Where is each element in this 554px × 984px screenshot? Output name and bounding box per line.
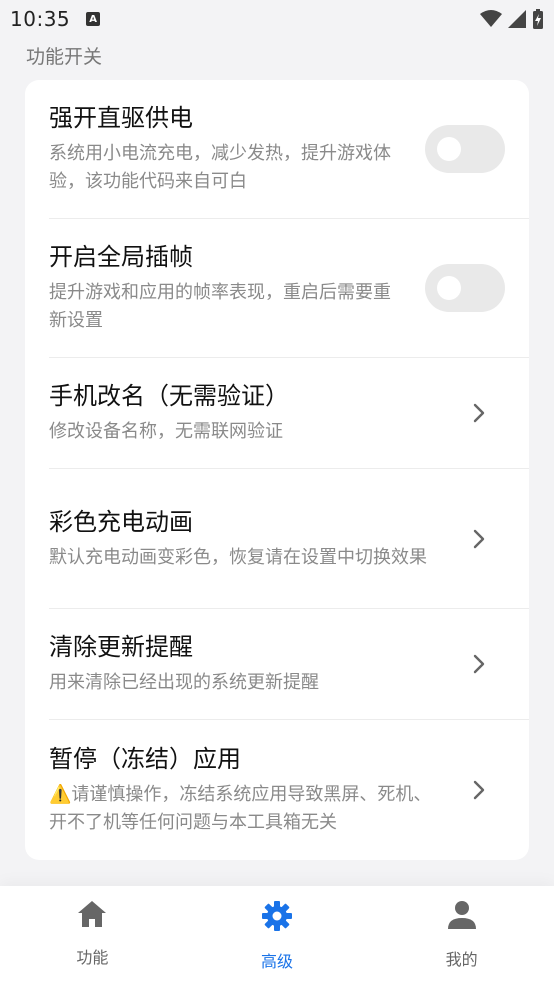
- direct-power-toggle[interactable]: [425, 125, 505, 173]
- chevron-right-icon: [467, 529, 491, 549]
- row-description: 系统用小电流充电，减少发热，提升游戏体验，该功能代码来自可白: [49, 143, 391, 192]
- bottom-nav: 功能 高级 我的: [0, 886, 554, 984]
- settings-row-color-charging[interactable]: 彩色充电动画 默认充电动画变彩色，恢复请在设置中切换效果: [49, 469, 529, 609]
- settings-row-direct-power[interactable]: 强开直驱供电 系统用小电流充电，减少发热，提升游戏体验，该功能代码来自可白: [49, 80, 529, 219]
- row-title: 手机改名（无需验证）: [49, 382, 289, 410]
- wifi-icon: [480, 10, 502, 27]
- row-description: 默认充电动画变彩色，恢复请在设置中切换效果: [49, 546, 427, 568]
- nav-label: 高级: [261, 952, 294, 971]
- row-title: 彩色充电动画: [49, 507, 193, 536]
- person-icon: [447, 901, 476, 929]
- home-icon: [78, 901, 107, 927]
- row-title: 强开直驱供电: [49, 104, 193, 132]
- row-title: 清除更新提醒: [49, 633, 193, 661]
- status-time: 10:35: [10, 7, 71, 31]
- row-description: 修改设备名称，无需联网验证: [49, 421, 283, 442]
- gear-icon: [262, 901, 292, 931]
- nav-tab-advanced[interactable]: 高级: [185, 886, 370, 984]
- toggle-knob: [437, 137, 461, 161]
- nav-label: 我的: [445, 950, 478, 969]
- settings-card: 强开直驱供电 系统用小电流充电，减少发热，提升游戏体验，该功能代码来自可白 开启…: [25, 80, 529, 860]
- chevron-right-icon: [467, 403, 491, 423]
- row-title: 暂停（冻结）应用: [49, 745, 241, 773]
- section-title: 功能开关: [26, 46, 103, 68]
- row-title: 开启全局插帧: [49, 243, 193, 271]
- chevron-right-icon: [467, 780, 491, 800]
- row-description: 用来清除已经出现的系统更新提醒: [49, 672, 319, 693]
- settings-row-rename-phone[interactable]: 手机改名（无需验证） 修改设备名称，无需联网验证: [49, 358, 529, 469]
- notification-icon: A: [86, 12, 101, 26]
- settings-row-frame-interpolation[interactable]: 开启全局插帧 提升游戏和应用的帧率表现，重启后需要重新设置: [49, 219, 529, 358]
- settings-row-freeze-app[interactable]: 暂停（冻结）应用 ⚠️请谨慎操作，冻结系统应用导致黑屏、死机、开不了机等任何问题…: [49, 720, 529, 860]
- frame-interpolation-toggle[interactable]: [425, 264, 505, 312]
- toggle-knob: [437, 276, 461, 300]
- status-bar: 10:35 A: [0, 0, 554, 38]
- chevron-right-icon: [467, 654, 491, 674]
- signal-icon: [508, 10, 526, 28]
- nav-tab-features[interactable]: 功能: [0, 886, 185, 984]
- nav-tab-mine[interactable]: 我的: [369, 886, 554, 984]
- row-description: 提升游戏和应用的帧率表现，重启后需要重新设置: [49, 282, 391, 331]
- nav-label: 功能: [76, 948, 109, 967]
- battery-icon: [533, 9, 543, 29]
- row-description: ⚠️请谨慎操作，冻结系统应用导致黑屏、死机、开不了机等任何问题与本工具箱无关: [49, 784, 432, 833]
- settings-row-clear-update[interactable]: 清除更新提醒 用来清除已经出现的系统更新提醒: [49, 609, 529, 720]
